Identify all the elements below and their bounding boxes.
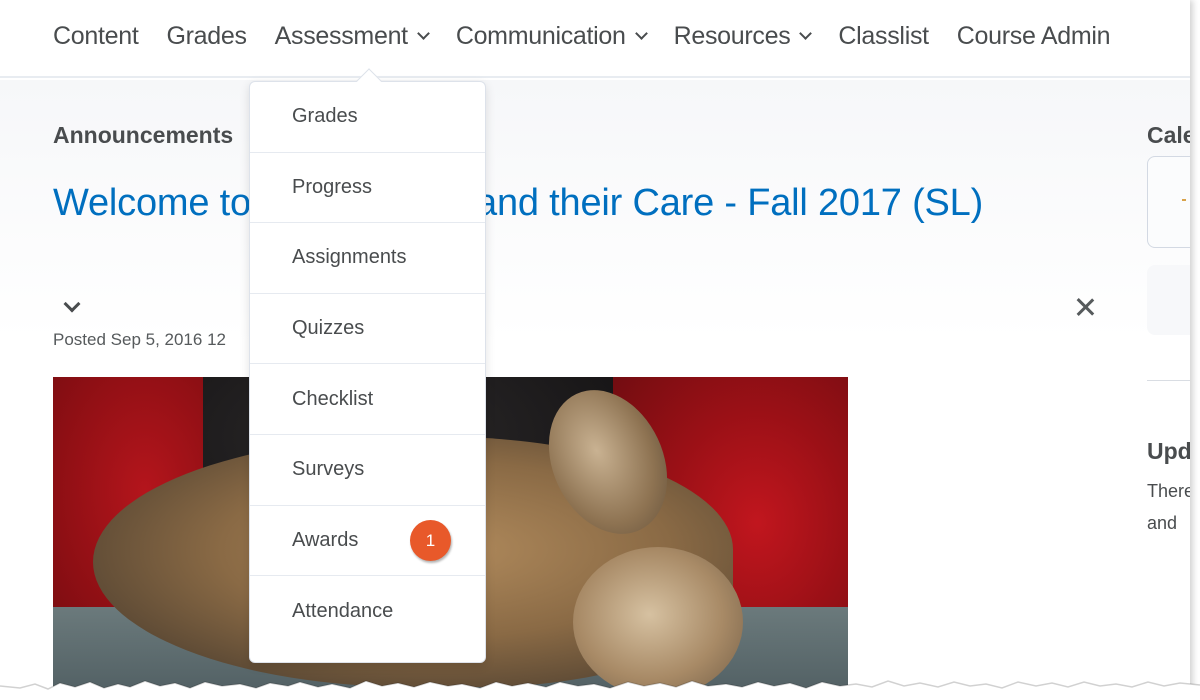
chevron-down-icon — [634, 27, 648, 40]
nav-item-classlist[interactable]: Classlist — [838, 22, 929, 51]
menu-item-label: Surveys — [292, 458, 365, 481]
updates-text-line: There — [1147, 481, 1190, 501]
nav-item-communication[interactable]: Communication — [455, 22, 648, 51]
course-homepage: Announcements Welcome to Intro to Cats a… — [0, 80, 1190, 700]
updates-text-line: and — [1147, 513, 1178, 533]
nav-item-course-admin[interactable]: Course Admin — [956, 22, 1111, 51]
menu-item-label: Checklist — [292, 387, 374, 410]
calendar-marker — [1182, 199, 1186, 201]
assessment-menu-list: Grades Progress Assignments Quizzes Chec… — [250, 82, 485, 647]
calendar-widget-title: Calendar — [1147, 122, 1190, 148]
menu-item-surveys[interactable]: Surveys — [250, 435, 485, 506]
announcements-widget-title: Announcements — [53, 122, 234, 148]
nav-item-label: Course Admin — [956, 22, 1111, 50]
nav-item-label: Communication — [455, 22, 626, 50]
chevron-down-icon — [416, 27, 430, 40]
calendar-box[interactable] — [1147, 156, 1190, 248]
menu-item-checklist[interactable]: Checklist — [250, 364, 485, 435]
nav-list: Content Grades Assessment Communication … — [53, 22, 1138, 51]
close-icon[interactable] — [1074, 296, 1096, 318]
menu-item-progress[interactable]: Progress — [250, 153, 485, 224]
menu-item-label: Awards — [292, 528, 359, 551]
menu-item-awards[interactable]: Awards 1 — [250, 506, 485, 577]
chevron-down-icon[interactable] — [63, 295, 81, 313]
menu-item-assignments[interactable]: Assignments — [250, 223, 485, 294]
chevron-down-icon — [799, 27, 813, 40]
nav-item-label: Resources — [673, 22, 791, 50]
nav-item-content[interactable]: Content — [53, 22, 139, 51]
menu-item-label: Attendance — [292, 599, 394, 622]
notification-badge: 1 — [410, 520, 451, 562]
menu-item-label: Progress — [292, 175, 373, 198]
menu-item-label: Assignments — [292, 246, 407, 269]
nav-item-label: Classlist — [838, 22, 929, 50]
browser-page: Content Grades Assessment Communication … — [0, 0, 1190, 700]
nav-item-label: Content — [53, 22, 139, 50]
right-column: Calendar Updates There and — [1147, 80, 1190, 700]
updates-text: There and — [1147, 475, 1190, 539]
nav-item-resources[interactable]: Resources — [673, 22, 813, 51]
calendar-panel — [1147, 265, 1190, 335]
nav-item-label: Assessment — [274, 22, 408, 50]
nav-item-label: Grades — [166, 22, 247, 50]
nav-item-assessment[interactable]: Assessment — [274, 22, 430, 51]
updates-widget-title: Updates — [1147, 438, 1190, 464]
divider — [1147, 380, 1190, 381]
menu-item-grades[interactable]: Grades — [250, 82, 485, 153]
posted-date: Posted Sep 5, 2016 12 — [53, 330, 226, 349]
menu-item-quizzes[interactable]: Quizzes — [250, 294, 485, 365]
assessment-dropdown-menu: Grades Progress Assignments Quizzes Chec… — [249, 68, 486, 663]
nav-item-grades[interactable]: Grades — [166, 22, 246, 51]
menu-item-attendance[interactable]: Attendance — [250, 576, 485, 647]
menu-item-label: Quizzes — [292, 317, 365, 340]
torn-edge-decoration — [0, 680, 1200, 700]
announcement-title-link[interactable]: Welcome to Intro to Cats and their Care … — [53, 180, 1063, 226]
course-navbar: Content Grades Assessment Communication … — [0, 0, 1190, 78]
menu-item-label: Grades — [292, 105, 358, 128]
